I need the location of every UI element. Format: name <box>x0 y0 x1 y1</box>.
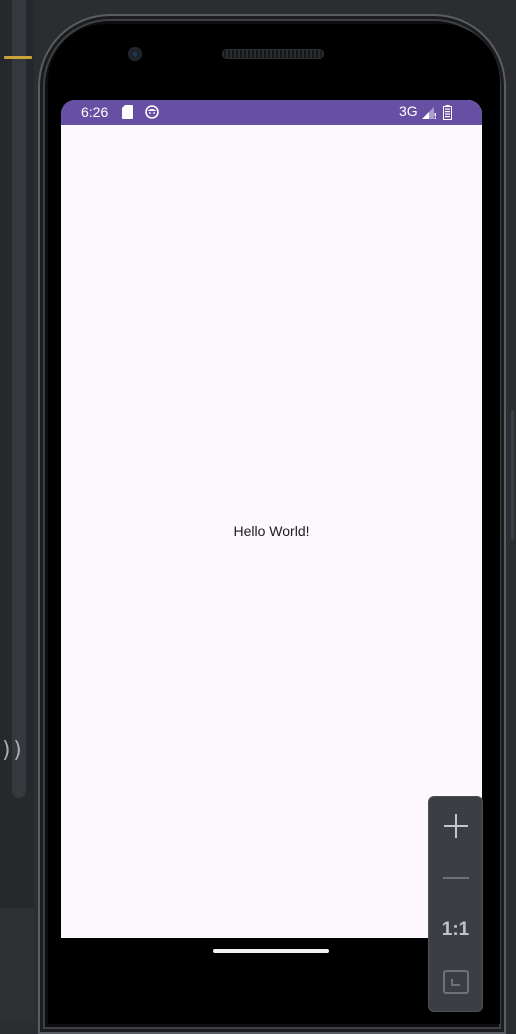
minus-icon <box>442 877 469 879</box>
fit-screen-button[interactable] <box>429 956 482 1008</box>
right-scrollbar[interactable] <box>511 410 514 540</box>
zoom-out-button[interactable] <box>429 852 482 904</box>
front-camera-icon <box>128 47 142 61</box>
earpiece-speaker <box>222 49 324 59</box>
signal-icon <box>422 107 436 119</box>
editor-scrollbar[interactable] <box>12 0 26 798</box>
zoom-in-button[interactable] <box>429 800 482 852</box>
network-type: 3G <box>399 103 418 119</box>
device-screen[interactable]: 6:26 3G Hello World! <box>61 100 482 938</box>
editor-text-fragment: )) <box>0 738 24 763</box>
zoom-controls: 1:1 <box>428 796 483 1012</box>
plus-icon <box>443 814 468 838</box>
home-gesture-handle[interactable] <box>213 949 329 953</box>
editor-change-marker <box>4 56 32 59</box>
status-time: 6:26 <box>81 104 109 120</box>
fit-screen-icon <box>442 970 469 994</box>
actual-size-button[interactable]: 1:1 <box>429 904 482 956</box>
actual-size-label: 1:1 <box>441 919 470 940</box>
face-icon <box>145 105 159 119</box>
status-bar: 6:26 3G <box>61 100 482 125</box>
hello-world-text: Hello World! <box>233 523 310 539</box>
sd-card-icon <box>122 105 133 119</box>
editor-bottom-panel <box>0 908 34 1020</box>
navigation-bar <box>61 938 482 988</box>
battery-icon <box>443 105 452 120</box>
